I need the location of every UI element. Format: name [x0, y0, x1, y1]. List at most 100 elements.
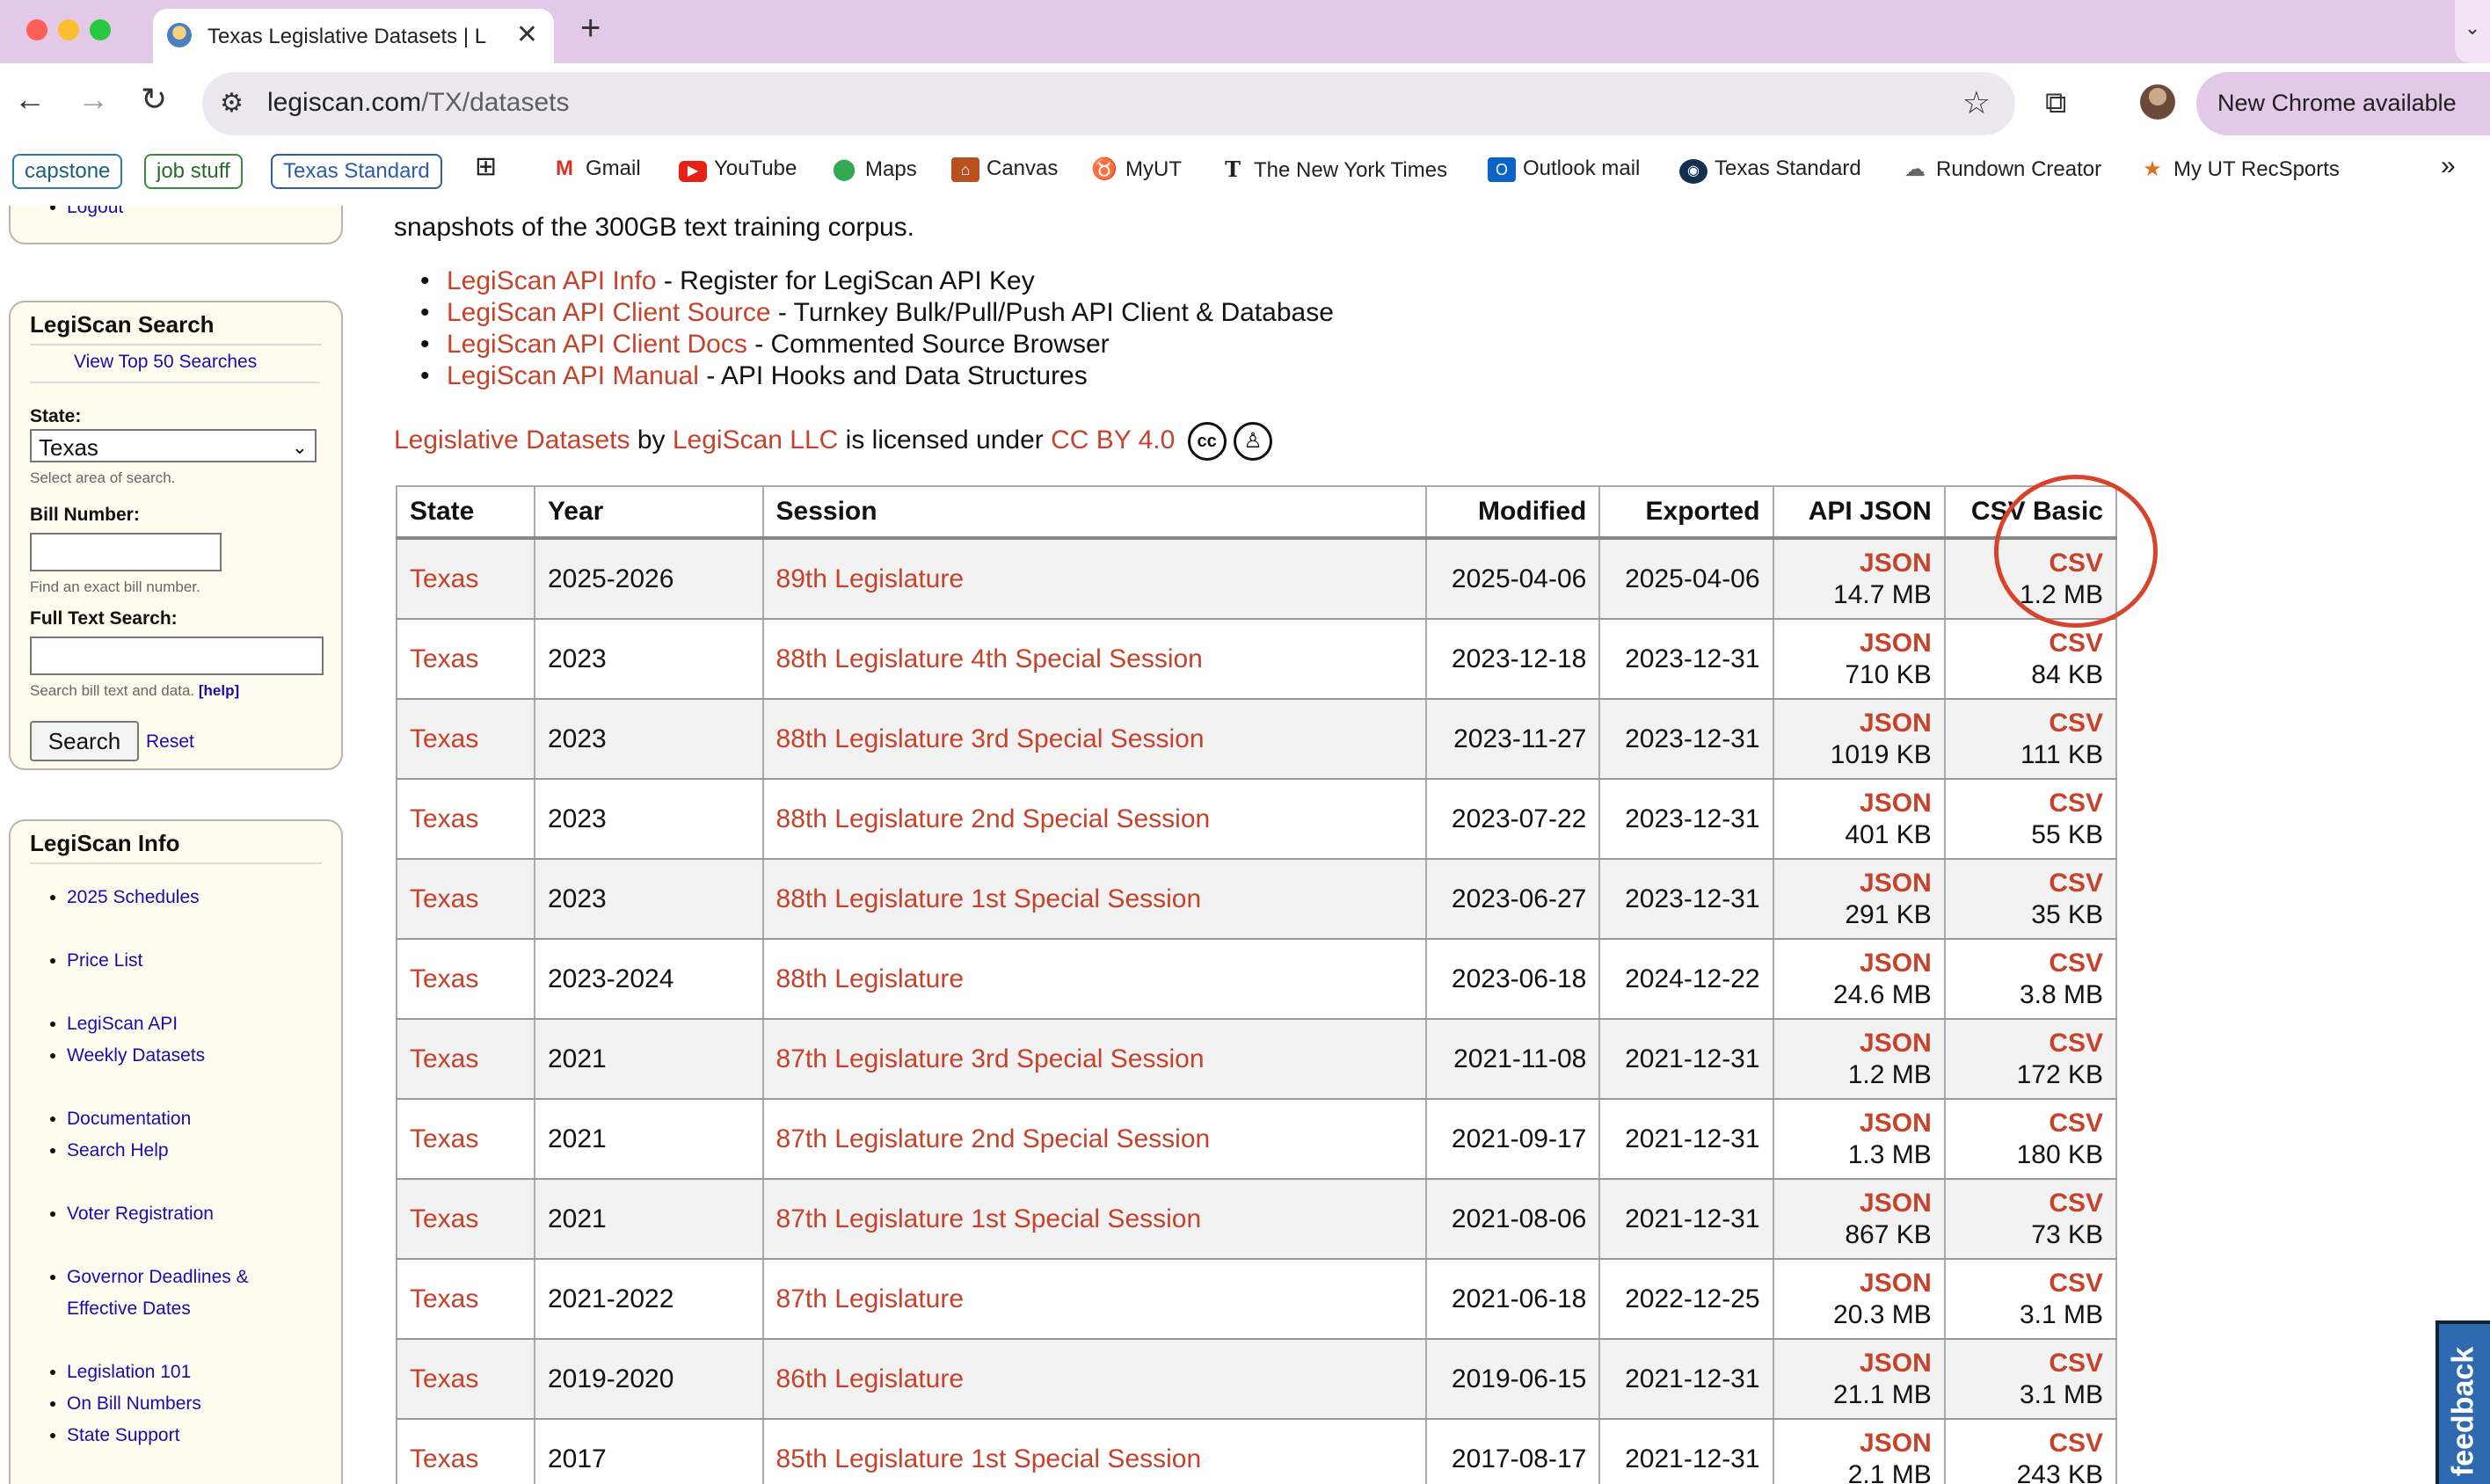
csv-download-link[interactable]: CSV [2049, 869, 2103, 898]
json-download-link[interactable]: JSON [1860, 1029, 1932, 1058]
json-download-link[interactable]: JSON [1860, 949, 1932, 978]
api-manual-link[interactable]: LegiScan API Manual [447, 361, 699, 390]
legislation-101-link[interactable]: Legislation 101 [67, 1362, 191, 1382]
back-arrow-icon[interactable]: ← [14, 81, 46, 118]
session-link[interactable]: 89th Legislature [776, 564, 965, 593]
csv-download-link[interactable]: CSV [2049, 789, 2103, 818]
json-download-link[interactable]: JSON [1860, 1349, 1932, 1378]
session-link[interactable]: 88th Legislature 4th Special Session [776, 644, 1203, 673]
session-link[interactable]: 87th Legislature 1st Special Session [776, 1204, 1202, 1233]
bookmark-folder-capstone[interactable]: capstone [12, 154, 123, 189]
csv-download-link[interactable]: CSV [2049, 1189, 2103, 1218]
session-link[interactable]: 87th Legislature 2nd Special Session [776, 1124, 1211, 1153]
state-link[interactable]: Texas [410, 1444, 478, 1473]
csv-download-link[interactable]: CSV [2049, 1269, 2103, 1298]
json-download-link[interactable]: JSON [1860, 709, 1932, 738]
bookmark-nyt[interactable]: T The New York Times [1219, 156, 1447, 183]
search-button[interactable]: Search [30, 721, 139, 761]
csv-download-link[interactable]: CSV [2049, 1429, 2103, 1458]
weekly-datasets-link[interactable]: Weekly Datasets [67, 1045, 205, 1066]
on-bill-numbers-link[interactable]: On Bill Numbers [67, 1393, 201, 1414]
forward-arrow-icon[interactable]: → [77, 81, 109, 118]
bookmark-folder-texas-standard[interactable]: Texas Standard [271, 154, 442, 189]
cc-by-link[interactable]: CC BY 4.0 [1051, 426, 1175, 455]
state-link[interactable]: Texas [410, 884, 478, 913]
bookmark-myut[interactable]: ♉ MyUT [1090, 156, 1182, 182]
url-text[interactable]: legiscan.com/TX/datasets [267, 88, 570, 118]
voter-registration-link[interactable]: Voter Registration [67, 1204, 214, 1224]
state-support-link[interactable]: State Support [67, 1425, 179, 1445]
effective-dates-link[interactable]: Effective Dates [67, 1298, 191, 1319]
minimize-window-button[interactable] [58, 19, 79, 40]
json-download-link[interactable]: JSON [1860, 629, 1932, 658]
state-link[interactable]: Texas [410, 644, 478, 673]
session-link[interactable]: 85th Legislature 1st Special Session [776, 1444, 1202, 1473]
json-download-link[interactable]: JSON [1860, 1109, 1932, 1138]
legiscan-llc-link[interactable]: LegiScan LLC [673, 426, 838, 455]
active-tab[interactable]: Texas Legislative Datasets | L ✕ [153, 9, 554, 63]
csv-download-link[interactable]: CSV [2049, 1109, 2103, 1138]
extensions-puzzle-icon[interactable]: ⧉ [2045, 86, 2066, 120]
state-link[interactable]: Texas [410, 564, 478, 593]
csv-download-link[interactable]: CSV [2049, 1349, 2103, 1378]
session-link[interactable]: 88th Legislature 1st Special Session [776, 884, 1202, 913]
session-link[interactable]: 87th Legislature [776, 1284, 965, 1313]
chrome-update-button[interactable]: New Chrome available [2196, 72, 2490, 135]
price-list-link[interactable]: Price List [67, 950, 142, 971]
bookmark-recsports[interactable]: ★ My UT RecSports [2138, 156, 2340, 182]
maximize-window-button[interactable] [90, 19, 111, 40]
api-client-docs-link[interactable]: LegiScan API Client Docs [447, 330, 747, 359]
bookmark-outlook[interactable]: O Outlook mail [1488, 156, 1640, 182]
csv-download-link[interactable]: CSV [2049, 629, 2103, 658]
apps-grid-icon[interactable]: ⊞ [475, 151, 497, 182]
search-help-link[interactable]: Search Help [67, 1140, 169, 1160]
top-50-searches-link[interactable]: View Top 50 Searches [74, 352, 257, 373]
address-bar[interactable]: ⚙ legiscan.com/TX/datasets ☆ [202, 72, 2015, 135]
legiscan-api-link[interactable]: LegiScan API [67, 1014, 178, 1034]
session-link[interactable]: 87th Legislature 3rd Special Session [776, 1044, 1205, 1073]
state-link[interactable]: Texas [410, 724, 478, 753]
bookmark-maps[interactable]: ⬤ Maps [830, 156, 917, 182]
close-window-button[interactable] [26, 19, 47, 40]
api-info-link[interactable]: LegiScan API Info [447, 266, 657, 295]
state-link[interactable]: Texas [410, 1364, 478, 1393]
bookmark-star-icon[interactable]: ☆ [1962, 84, 1991, 121]
documentation-link[interactable]: Documentation [67, 1109, 191, 1129]
state-link[interactable]: Texas [410, 1284, 478, 1313]
full-text-search-input[interactable] [30, 637, 324, 675]
json-download-link[interactable]: JSON [1860, 789, 1932, 818]
state-link[interactable]: Texas [410, 1124, 478, 1153]
bookmark-canvas[interactable]: ⌂ Canvas [951, 156, 1058, 182]
bill-number-input[interactable] [30, 533, 222, 571]
session-link[interactable]: 88th Legislature 2nd Special Session [776, 804, 1211, 833]
session-link[interactable]: 86th Legislature [776, 1364, 965, 1393]
json-download-link[interactable]: JSON [1860, 549, 1932, 578]
json-download-link[interactable]: JSON [1860, 1429, 1932, 1458]
session-link[interactable]: 88th Legislature [776, 964, 965, 993]
reload-icon[interactable]: ↻ [141, 81, 167, 118]
governor-deadlines-link[interactable]: Governor Deadlines & [67, 1267, 249, 1287]
reset-link[interactable]: Reset [146, 731, 194, 753]
csv-download-link[interactable]: CSV [2049, 949, 2103, 978]
bookmark-folder-job-stuff[interactable]: job stuff [144, 154, 243, 189]
more-bookmarks-chevron-icon[interactable]: » [2441, 151, 2456, 181]
new-tab-button[interactable]: + [580, 9, 601, 48]
logout-link[interactable]: Logout [67, 206, 123, 217]
feedback-tab[interactable]: feedback [2435, 1320, 2490, 1484]
state-link[interactable]: Texas [410, 964, 478, 993]
state-link[interactable]: Texas [410, 1204, 478, 1233]
session-link[interactable]: 88th Legislature 3rd Special Session [776, 724, 1205, 753]
tab-search-chevron-icon[interactable]: ⌄ [2455, 0, 2490, 63]
state-select[interactable]: Texas ⌄ [30, 429, 317, 462]
schedules-link[interactable]: 2025 Schedules [67, 887, 200, 907]
json-download-link[interactable]: JSON [1860, 869, 1932, 898]
bookmark-youtube[interactable]: ▶ YouTube [679, 156, 797, 182]
csv-download-link[interactable]: CSV [2049, 709, 2103, 738]
help-link[interactable]: [help] [199, 682, 239, 699]
state-link[interactable]: Texas [410, 804, 478, 833]
bookmark-texas-standard[interactable]: ◉ Texas Standard [1679, 156, 1861, 184]
json-download-link[interactable]: JSON [1860, 1269, 1932, 1298]
bookmark-gmail[interactable]: M Gmail [550, 156, 641, 181]
state-link[interactable]: Texas [410, 1044, 478, 1073]
json-download-link[interactable]: JSON [1860, 1189, 1932, 1218]
